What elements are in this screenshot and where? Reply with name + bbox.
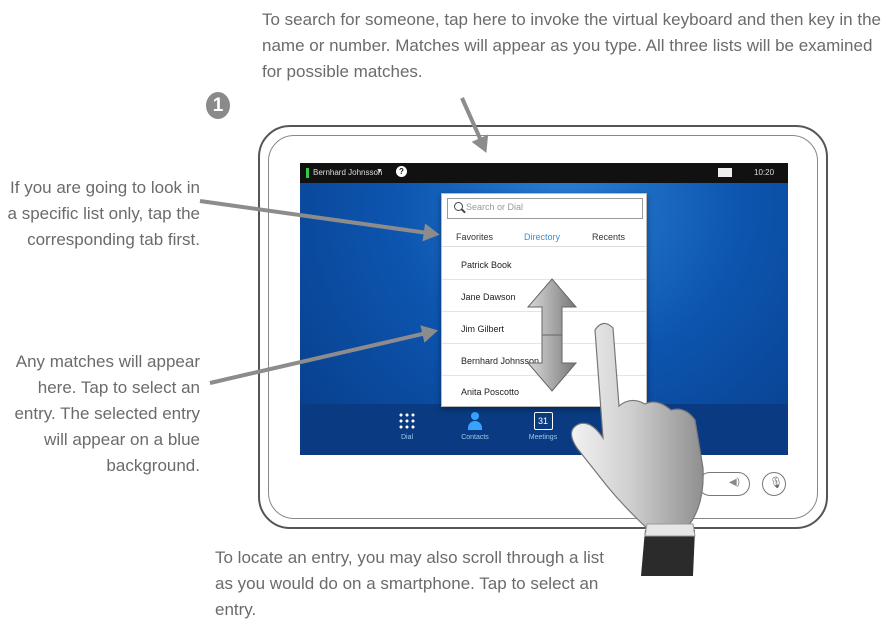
nav-dial[interactable]: Dial bbox=[377, 412, 437, 441]
step-badge: 1 bbox=[206, 92, 230, 119]
calendar-icon: 31 bbox=[533, 412, 553, 430]
tab-favorites[interactable]: Favorites bbox=[456, 232, 493, 242]
search-icon bbox=[454, 202, 463, 211]
nav-dial-label: Dial bbox=[400, 434, 414, 441]
entry-name: Jim Gilbert bbox=[461, 324, 505, 334]
status-bar: Bernhard Johnsson ▼ ? 10:20 bbox=[300, 163, 788, 183]
search-placeholder: Search or Dial bbox=[466, 202, 524, 212]
annotation-matches: Any matches will appear here. Tap to sel… bbox=[14, 352, 200, 475]
annotation-search: To search for someone, tap here to invok… bbox=[262, 10, 881, 81]
list-item[interactable]: Patrick Book bbox=[442, 248, 646, 280]
nav-contacts-label: Contacts bbox=[461, 434, 489, 441]
speaker-icon: ◀) bbox=[728, 477, 740, 488]
dialpad-icon bbox=[398, 412, 416, 430]
nav-contacts[interactable]: Contacts bbox=[445, 412, 505, 441]
list-tabs: Favorites Directory Recents bbox=[442, 224, 646, 247]
nav-meetings-label: Meetings bbox=[528, 434, 558, 441]
mute-button[interactable]: 🎙 bbox=[762, 472, 786, 496]
annotation-scroll: To locate an entry, you may also scroll … bbox=[215, 548, 604, 619]
tab-directory[interactable]: Directory bbox=[524, 232, 560, 242]
user-name[interactable]: Bernhard Johnsson bbox=[313, 168, 382, 177]
pointing-hand-icon bbox=[570, 322, 704, 576]
search-input[interactable]: Search or Dial bbox=[447, 198, 643, 219]
microphone-mute-icon: 🎙 bbox=[769, 477, 783, 489]
camera-icon[interactable] bbox=[718, 168, 732, 177]
tab-recents[interactable]: Recents bbox=[592, 232, 625, 242]
user-menu-caret-icon[interactable]: ▼ bbox=[376, 168, 383, 175]
entry-name: Jane Dawson bbox=[461, 292, 516, 302]
presence-indicator bbox=[306, 168, 309, 178]
entry-name: Anita Poscotto bbox=[461, 387, 520, 397]
annotation-tabs: If you are going to look in a specific l… bbox=[7, 178, 200, 249]
help-icon[interactable]: ? bbox=[396, 166, 407, 177]
clock: 10:20 bbox=[754, 168, 775, 177]
contacts-icon bbox=[466, 412, 484, 430]
entry-name: Patrick Book bbox=[461, 260, 512, 270]
